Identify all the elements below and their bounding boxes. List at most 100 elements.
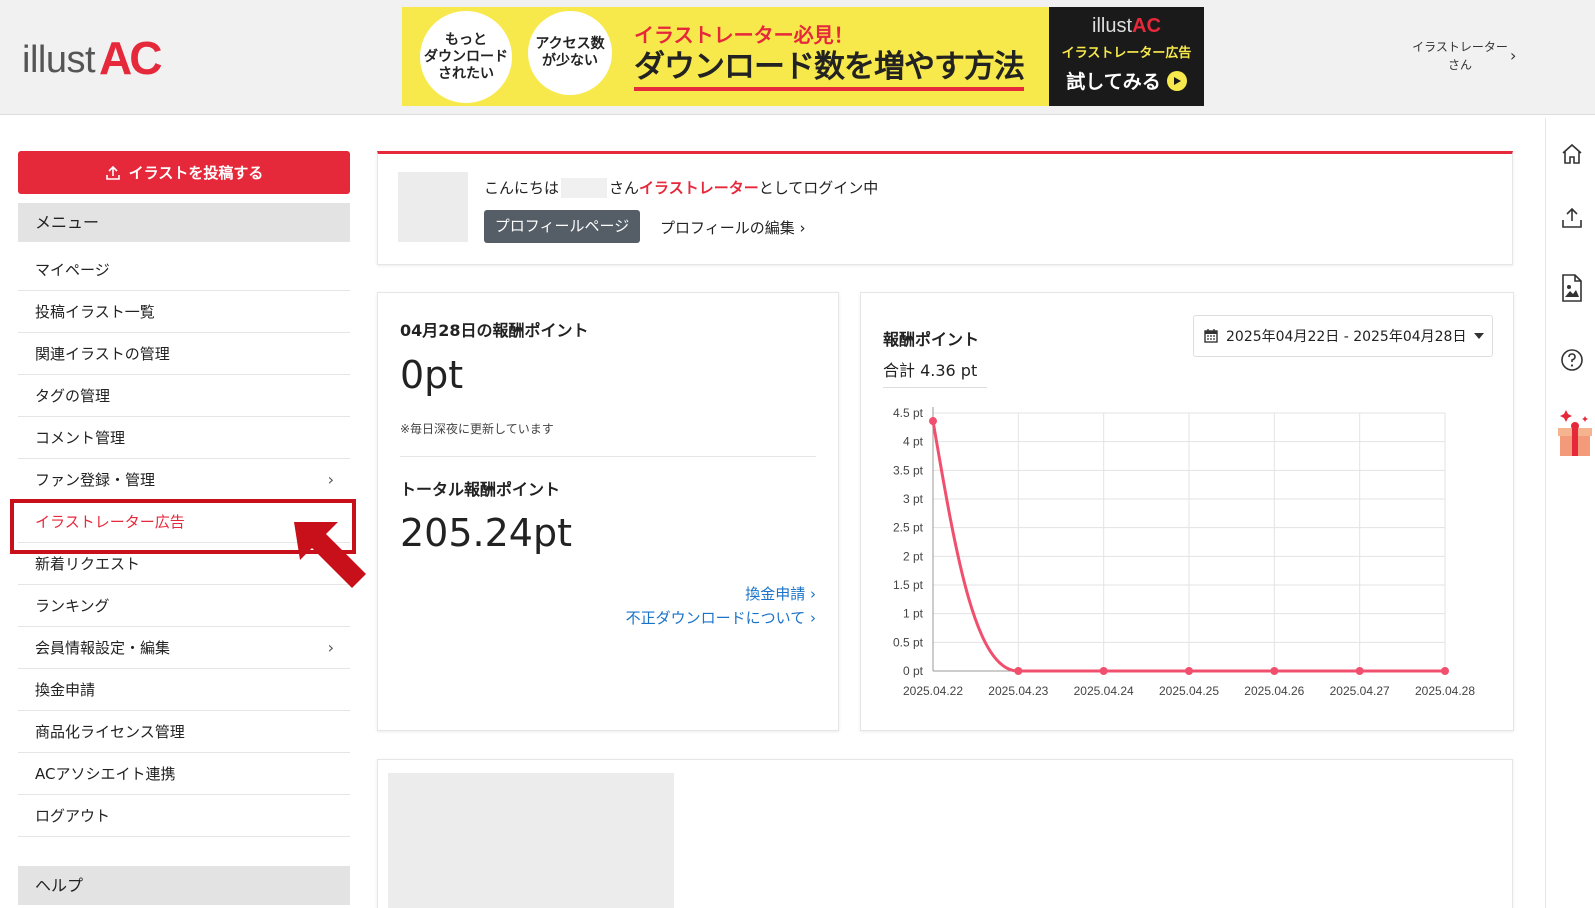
user-name-redacted: [561, 177, 608, 198]
y-tick-label: 1.5 pt: [893, 578, 924, 592]
banner-cta-try[interactable]: 試してみる: [1049, 67, 1204, 94]
role-label: イラストレーター: [639, 179, 759, 197]
sidebar-item-label: ACアソシエイト連携: [35, 765, 176, 783]
banner-text: イラストレーター必見！ ダウンロード数を増やす方法: [634, 7, 1049, 106]
update-note: ※毎日深夜に更新しています: [400, 422, 554, 436]
profile-edit-link[interactable]: プロフィールの編集 ›: [660, 217, 805, 238]
post-illustration-button[interactable]: イラストを投稿する: [18, 151, 350, 194]
avatar[interactable]: [398, 172, 468, 242]
x-tick-label: 2025.04.24: [1074, 684, 1134, 698]
cta-logo-illust: illust: [1092, 15, 1133, 37]
sidebar-item-label: 会員情報設定・編集: [35, 639, 171, 657]
sidebar-item-mypage[interactable]: マイページ: [18, 249, 350, 291]
sidebar-item-label: 関連イラストの管理: [35, 345, 170, 363]
menu-header: メニュー: [18, 203, 350, 242]
sidebar-item-related[interactable]: 関連イラストの管理: [18, 333, 350, 375]
sidebar-item-label: マイページ: [35, 261, 110, 279]
x-tick-label: 2025.04.25: [1159, 684, 1219, 698]
logo-ac-text: AC: [99, 32, 162, 84]
x-tick-label: 2025.04.26: [1244, 684, 1304, 698]
right-rail: [1545, 118, 1595, 908]
x-tick-label: 2025.04.22: [903, 684, 963, 698]
chevron-right-icon[interactable]: ›: [1510, 46, 1516, 65]
user-menu[interactable]: イラストレーター さん: [1400, 38, 1520, 74]
chevron-right-icon: ›: [327, 470, 334, 489]
points-card: 04月28日の報酬ポイント 0pt ※毎日深夜に更新しています トータル報酬ポイ…: [377, 292, 839, 731]
site-logo[interactable]: illust AC: [22, 32, 163, 84]
sidebar-item-label: ファン登録・管理: [35, 471, 156, 489]
data-point: [1270, 667, 1279, 675]
sidebar-item-label: 商品化ライセンス管理: [35, 723, 185, 741]
help-icon[interactable]: [1560, 348, 1584, 372]
sidebar-item-fans[interactable]: ファン登録・管理 ›: [18, 459, 350, 501]
home-icon[interactable]: [1560, 142, 1584, 166]
data-point: [1355, 667, 1364, 675]
y-tick-label: 4 pt: [903, 435, 924, 449]
y-tick-label: 2 pt: [903, 549, 924, 563]
sidebar-item-exchange[interactable]: 換金申請: [18, 669, 350, 711]
divider: [400, 456, 816, 457]
exchange-link[interactable]: 換金申請 ›: [745, 583, 816, 604]
profile-page-button[interactable]: プロフィールページ: [484, 210, 640, 243]
sidebar-item-label: 新着リクエスト: [35, 555, 141, 573]
sidebar-item-posted-list[interactable]: 投稿イラスト一覧: [18, 291, 350, 333]
help-header: ヘルプ: [18, 866, 350, 905]
y-tick-label: 3 pt: [903, 492, 924, 506]
thumbnail-placeholder: [388, 773, 674, 908]
sidebar-item-label: 投稿イラスト一覧: [35, 303, 155, 321]
sidebar-item-label: ランキング: [35, 597, 110, 615]
bottom-card: [377, 759, 1513, 908]
play-icon: [1166, 70, 1187, 91]
x-tick-label: 2025.04.23: [988, 684, 1048, 698]
user-menu-line1: イラストレーター: [1412, 40, 1508, 54]
total-points-title: トータル報酬ポイント: [400, 480, 561, 499]
cta-logo-ac: AC: [1132, 15, 1161, 37]
sidebar-item-license[interactable]: 商品化ライセンス管理: [18, 711, 350, 753]
daily-points-value: 0pt: [400, 353, 464, 397]
logo-illust-text: illust: [22, 39, 96, 81]
sidebar-item-label: 換金申請: [35, 681, 96, 699]
banner-subtitle: イラストレーター必見！: [634, 23, 854, 47]
y-tick-label: 3.5 pt: [893, 463, 924, 477]
total-points-value: 205.24pt: [400, 511, 572, 555]
post-illustration-label: イラストを投稿する: [128, 164, 264, 182]
sidebar-item-tags[interactable]: タグの管理: [18, 375, 350, 417]
fraud-download-link[interactable]: 不正ダウンロードについて ›: [626, 607, 816, 628]
sidebar-item-comments[interactable]: コメント管理: [18, 417, 350, 459]
sidebar-item-member-settings[interactable]: 会員情報設定・編集 ›: [18, 627, 350, 669]
sidebar-item-label: コメント管理: [35, 429, 126, 447]
y-tick-label: 0.5 pt: [893, 635, 924, 649]
sidebar-item-label: タグの管理: [35, 387, 111, 405]
ad-banner[interactable]: もっと ダウンロード されたい アクセス数 が少ない イラストレーター必見！ ダ…: [402, 7, 1204, 106]
banner-cta-label: イラストレーター広告: [1061, 46, 1192, 61]
banner-cta-try-label: 試してみる: [1066, 71, 1161, 93]
data-point: [1185, 667, 1193, 675]
greeting: こんにちは さん イラストレーター としてログイン中: [484, 177, 878, 198]
data-point: [1099, 667, 1108, 675]
site-header: illust AC もっと ダウンロード されたい アクセス数 が少ない イラス…: [0, 0, 1595, 115]
reward-points-line-chart: 0 pt 0.5 pt 1 pt 1.5 pt 2 pt 2.5 pt 3 pt 3.5 pt…: [893, 406, 1475, 698]
greeting-san: さん: [609, 179, 640, 197]
sidebar-item-label: ログアウト: [35, 807, 111, 825]
gift-icon[interactable]: [1554, 408, 1594, 458]
y-tick-label: 1 pt: [903, 607, 924, 621]
y-tick-label: 0 pt: [903, 664, 924, 678]
x-tick-label: 2025.04.27: [1330, 684, 1390, 698]
banner-bubble-2: アクセス数 が少ない: [528, 11, 612, 95]
banner-bubble-1: もっと ダウンロード されたい: [420, 11, 512, 103]
pointer-arrow-icon: [294, 522, 366, 588]
banner-title: ダウンロード数を増やす方法: [634, 47, 1025, 91]
daily-points-title: 04月28日の報酬ポイント: [400, 321, 589, 340]
data-point: [929, 417, 937, 426]
sidebar-item-logout[interactable]: ログアウト: [18, 795, 350, 837]
y-tick-label: 4.5 pt: [893, 406, 924, 420]
greeting-suffix: としてログイン中: [758, 179, 879, 197]
sidebar-item-associate[interactable]: ACアソシエイト連携: [18, 753, 350, 795]
data-point: [1014, 667, 1023, 675]
upload-icon[interactable]: [1560, 206, 1584, 230]
chevron-right-icon: ›: [327, 638, 334, 657]
banner-cta-logo: illustAC: [1049, 15, 1204, 38]
banner-cta[interactable]: illustAC イラストレーター広告 試してみる: [1049, 7, 1204, 106]
document-image-icon[interactable]: [1560, 274, 1584, 302]
welcome-card: こんにちは さん イラストレーター としてログイン中 プロフィールページ プロフ…: [377, 151, 1513, 265]
